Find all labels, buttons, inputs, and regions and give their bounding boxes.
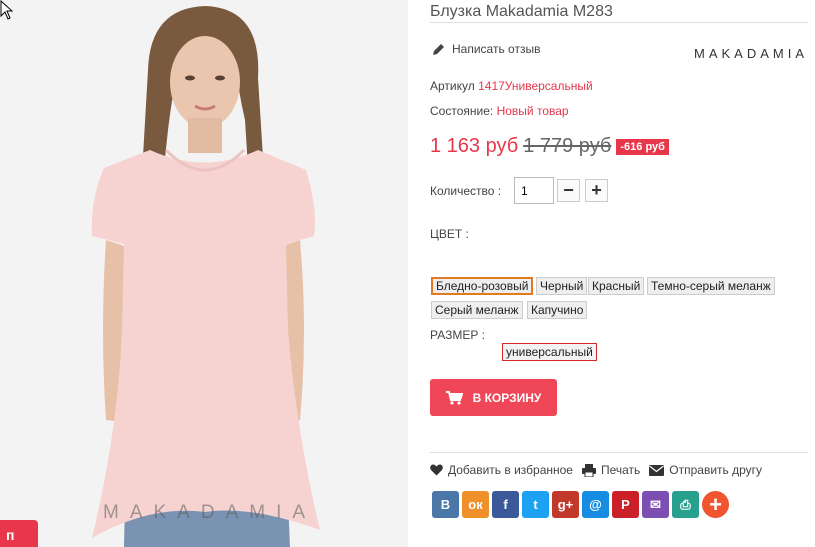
write-review-link[interactable]: Написать отзыв bbox=[432, 42, 540, 56]
more-share-icon[interactable]: + bbox=[702, 491, 729, 518]
color-option-dark-grey-melange[interactable]: Темно-серый меланж bbox=[647, 277, 775, 295]
odnoklassniki-icon[interactable]: ок bbox=[462, 491, 489, 518]
print-share-icon[interactable]: ⎙ bbox=[672, 491, 699, 518]
color-option-black[interactable]: Черный bbox=[536, 277, 588, 295]
send-to-friend-link[interactable]: Отправить другу bbox=[649, 463, 762, 477]
condition-value: Новый товар bbox=[496, 104, 569, 118]
divider bbox=[430, 22, 808, 23]
size-label: РАЗМЕР : bbox=[430, 328, 485, 342]
printer-icon bbox=[581, 463, 596, 477]
add-to-wishlist-label: Добавить в избранное bbox=[448, 463, 573, 477]
brand-logo[interactable]: MAKADAMIA bbox=[694, 46, 808, 61]
color-option-red[interactable]: Красный bbox=[588, 277, 645, 295]
condition-row: Состояние: Новый товар bbox=[430, 104, 569, 118]
model-illustration bbox=[0, 0, 408, 547]
vk-icon[interactable]: В bbox=[432, 491, 459, 518]
price-new: 1 163 руб bbox=[430, 135, 519, 157]
photo-watermark: MAKADAMIA bbox=[103, 502, 317, 523]
article-value: 1417Универсальный bbox=[478, 79, 593, 93]
share-buttons: В ок f t g+ @ P ✉ ⎙ + bbox=[432, 491, 729, 518]
add-to-wishlist-link[interactable]: Добавить в избранное bbox=[430, 463, 573, 477]
color-label: ЦВЕТ : bbox=[430, 227, 469, 241]
write-review-label: Написать отзыв bbox=[452, 42, 541, 56]
add-to-cart-label: В КОРЗИНУ bbox=[472, 390, 542, 405]
email-icon[interactable]: ✉ bbox=[642, 491, 669, 518]
divider bbox=[430, 452, 808, 453]
article-row: Артикул 1417Универсальный bbox=[430, 79, 593, 93]
cart-icon bbox=[445, 390, 463, 405]
send-to-friend-label: Отправить другу bbox=[669, 463, 763, 477]
discount-badge: -616 руб bbox=[616, 138, 669, 155]
pencil-icon bbox=[433, 43, 444, 55]
size-option-universal[interactable]: универсальный bbox=[502, 343, 597, 361]
article-label: Артикул bbox=[430, 79, 475, 93]
mail-ru-icon[interactable]: @ bbox=[582, 491, 609, 518]
quantity-label: Количество : bbox=[430, 184, 502, 198]
color-option-pale-pink[interactable]: Бледно-розовый bbox=[431, 277, 534, 295]
envelope-icon bbox=[649, 464, 665, 476]
color-option-cappuccino[interactable]: Капучино bbox=[527, 301, 588, 319]
condition-label: Состояние: bbox=[430, 104, 494, 118]
pinterest-icon[interactable]: P bbox=[612, 491, 639, 518]
print-label: Печать bbox=[600, 463, 641, 477]
quantity-input[interactable] bbox=[514, 177, 554, 204]
price-block: 1 163 руб 1 779 руб -616 руб bbox=[430, 135, 669, 158]
quantity-minus-button[interactable]: − bbox=[557, 179, 580, 202]
product-title: Блузка Makadamia M283 bbox=[430, 3, 613, 20]
color-option-grey-melange[interactable]: Серый меланж bbox=[431, 301, 523, 319]
price-old: 1 779 руб bbox=[523, 135, 612, 157]
quantity-plus-button[interactable]: + bbox=[585, 179, 608, 202]
mouse-cursor-icon bbox=[0, 0, 14, 20]
google-plus-icon[interactable]: g+ bbox=[552, 491, 579, 518]
product-actions: Добавить в избранное Печать Отправить др… bbox=[430, 463, 771, 477]
product-photo[interactable]: MAKADAMIA п bbox=[0, 0, 408, 547]
corner-badge[interactable]: п bbox=[0, 520, 38, 547]
print-link[interactable]: Печать bbox=[581, 463, 641, 477]
heart-icon bbox=[430, 464, 443, 476]
add-to-cart-button[interactable]: В КОРЗИНУ bbox=[430, 379, 557, 416]
facebook-icon[interactable]: f bbox=[492, 491, 519, 518]
twitter-icon[interactable]: t bbox=[522, 491, 549, 518]
